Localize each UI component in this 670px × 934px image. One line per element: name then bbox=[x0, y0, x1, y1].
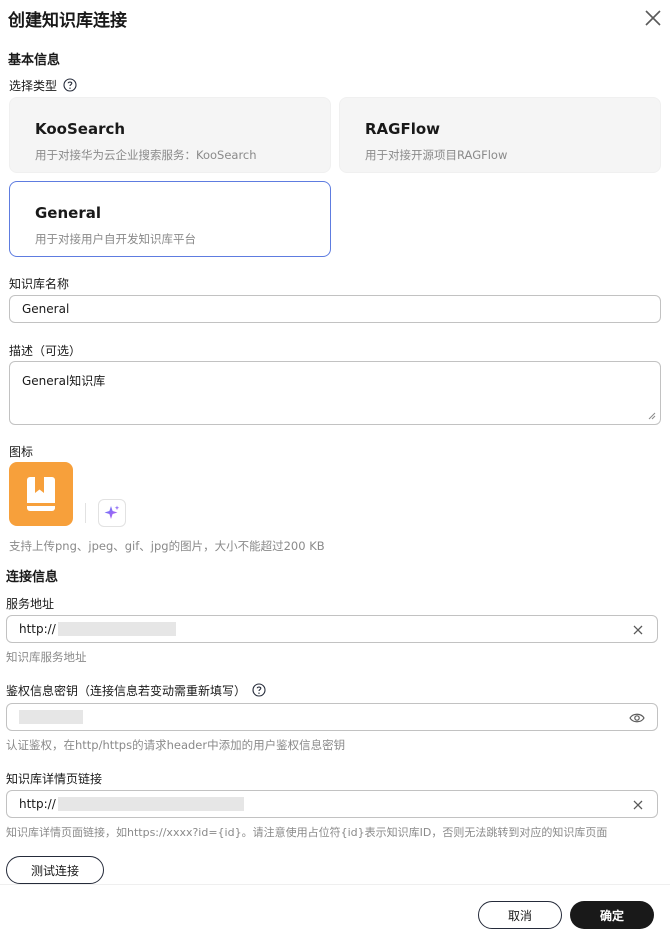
detail-link-hint: 知识库详情页面链接，如https://xxxx?id={id}。请注意使用占位符… bbox=[6, 826, 608, 839]
knowledge-base-icon-tile[interactable] bbox=[9, 462, 73, 526]
detail-link-value: http:// bbox=[19, 797, 56, 811]
name-label: 知识库名称 bbox=[9, 277, 70, 291]
type-label-row: 选择类型 bbox=[9, 77, 77, 94]
basic-info-section-title: 基本信息 bbox=[8, 53, 61, 68]
type-card-title: General bbox=[35, 204, 101, 222]
confirm-button[interactable]: 确定 bbox=[570, 901, 654, 929]
auth-key-input[interactable] bbox=[6, 703, 658, 731]
detail-link-label: 知识库详情页链接 bbox=[6, 772, 103, 786]
icon-label: 图标 bbox=[9, 445, 34, 459]
description-value: General知识库 bbox=[22, 374, 106, 388]
name-input[interactable]: General bbox=[9, 295, 661, 323]
clear-icon[interactable] bbox=[631, 623, 645, 637]
service-url-value: http:// bbox=[19, 622, 56, 636]
type-card-desc: 用于对接华为云企业搜索服务：KooSearch bbox=[35, 148, 257, 162]
sparkle-icon bbox=[104, 505, 120, 519]
type-card-ragflow[interactable]: RAGFlow 用于对接开源项目RAGFlow bbox=[339, 97, 661, 173]
clear-icon[interactable] bbox=[631, 798, 645, 812]
resize-handle-icon[interactable] bbox=[648, 412, 656, 420]
divider bbox=[85, 503, 86, 523]
ai-generate-icon-button[interactable] bbox=[98, 499, 126, 527]
description-label: 描述（可选） bbox=[9, 344, 82, 358]
cancel-button[interactable]: 取消 bbox=[478, 901, 562, 929]
masked-text bbox=[57, 797, 244, 811]
book-icon bbox=[27, 477, 55, 511]
help-icon[interactable] bbox=[63, 78, 77, 92]
auth-key-hint: 认证鉴权，在http/https的请求header中添加的用户鉴权信息密钥 bbox=[6, 738, 346, 752]
service-url-label: 服务地址 bbox=[6, 597, 55, 611]
masked-text bbox=[57, 622, 176, 636]
description-textarea[interactable]: General知识库 bbox=[9, 361, 661, 425]
dialog-title: 创建知识库连接 bbox=[8, 11, 127, 31]
service-url-input[interactable]: http:// bbox=[6, 615, 658, 643]
type-card-general[interactable]: General 用于对接用户自开发知识库平台 bbox=[9, 181, 331, 257]
type-card-desc: 用于对接开源项目RAGFlow bbox=[365, 148, 508, 162]
type-card-koosearch[interactable]: KooSearch 用于对接华为云企业搜索服务：KooSearch bbox=[9, 97, 331, 173]
help-icon[interactable] bbox=[252, 683, 266, 697]
test-connection-button[interactable]: 测试连接 bbox=[6, 856, 104, 884]
type-label: 选择类型 bbox=[9, 79, 58, 93]
detail-link-input[interactable]: http:// bbox=[6, 790, 658, 818]
icon-upload-hint: 支持上传png、jpeg、gif、jpg的图片，大小不能超过200 KB bbox=[9, 539, 325, 553]
type-card-title: KooSearch bbox=[35, 120, 126, 138]
close-icon[interactable] bbox=[643, 8, 663, 28]
footer-divider bbox=[0, 884, 670, 885]
masked-text bbox=[19, 710, 83, 724]
eye-icon[interactable] bbox=[629, 711, 645, 725]
name-input-value: General bbox=[22, 302, 70, 316]
service-url-hint: 知识库服务地址 bbox=[6, 650, 87, 664]
connection-info-section-title: 连接信息 bbox=[6, 570, 59, 585]
auth-key-label-row: 鉴权信息密钥（连接信息若变动需重新填写） bbox=[6, 682, 266, 699]
type-card-title: RAGFlow bbox=[365, 120, 441, 138]
type-card-desc: 用于对接用户自开发知识库平台 bbox=[35, 232, 196, 246]
auth-key-label: 鉴权信息密钥（连接信息若变动需重新填写） bbox=[6, 684, 247, 698]
